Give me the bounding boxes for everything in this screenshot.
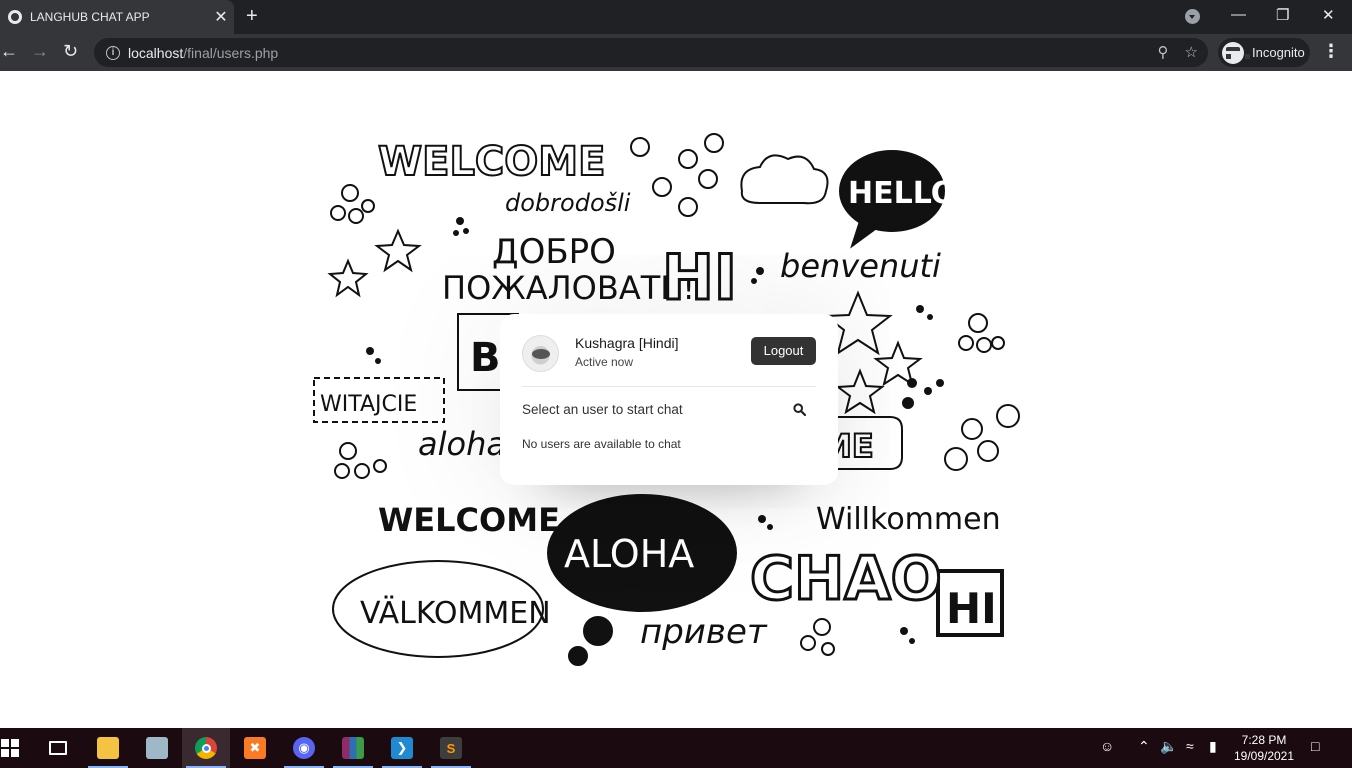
logout-button[interactable]: Logout: [751, 337, 816, 365]
users-list-empty-message: No users are available to chat: [522, 437, 681, 451]
zoom-icon[interactable]: ⚲: [1158, 43, 1169, 61]
windows-logo-icon: [1, 739, 19, 757]
taskbar-sublime[interactable]: S: [427, 728, 475, 768]
bookmark-star-icon[interactable]: ☆: [1185, 43, 1198, 61]
bg-word-welcome-bottom: WELCOME: [378, 501, 560, 539]
sublime-text-icon: S: [440, 737, 462, 759]
people-icon[interactable]: ☺: [1100, 738, 1114, 754]
bg-word-privet: привет: [640, 612, 768, 652]
site-info-icon[interactable]: i: [106, 45, 120, 60]
window-close-icon[interactable]: ✕: [1322, 6, 1335, 24]
taskbar-winrar[interactable]: [329, 728, 377, 768]
incognito-icon: [1222, 41, 1250, 64]
url-path: /final/users.php: [183, 44, 279, 61]
taskbar-discord[interactable]: ◉: [280, 728, 328, 768]
show-hidden-icons-chevron-icon[interactable]: ⌃: [1138, 738, 1150, 755]
discord-icon: ◉: [293, 737, 315, 759]
clock-time: 7:28 PM: [1241, 733, 1287, 747]
bg-word-hello: HELLO: [848, 176, 956, 211]
taskbar-vscode[interactable]: ❯: [378, 728, 426, 768]
search-bar: Select an user to start chat: [522, 387, 816, 431]
volume-icon[interactable]: 🔈: [1160, 738, 1177, 755]
user-details: Kushagra [Hindi] Active now: [575, 332, 679, 369]
globe-icon: [8, 10, 22, 24]
search-prompt-text: Select an user to start chat: [522, 401, 683, 417]
battery-icon[interactable]: ▮: [1209, 738, 1217, 755]
bg-word-aloha-small: aloha: [418, 425, 506, 463]
taskbar-xampp[interactable]: ✖: [231, 728, 279, 768]
bg-word-hi-box: HI: [946, 584, 997, 633]
incognito-label: Incognito: [1252, 45, 1305, 60]
user-status: Active now: [575, 355, 634, 369]
user-name: Kushagra [Hindi]: [575, 335, 679, 351]
bg-word-pozhalovat: ПОЖАЛОВАТЬ!: [442, 269, 695, 307]
chat-users-panel: Kushagra [Hindi] Active now Logout Selec…: [500, 314, 838, 485]
new-tab-button[interactable]: +: [246, 6, 258, 26]
start-button[interactable]: [0, 728, 34, 768]
back-arrow-icon[interactable]: ←: [0, 41, 18, 61]
xampp-icon: ✖: [244, 737, 266, 759]
tab-search-icon[interactable]: [1185, 9, 1200, 24]
folder-icon: [97, 737, 119, 759]
winrar-icon: [342, 737, 364, 759]
incognito-profile-button[interactable]: Incognito: [1218, 38, 1310, 67]
chrome-icon: [195, 737, 217, 759]
restore-icon[interactable]: ❐: [1276, 6, 1289, 24]
bg-word-aloha-bubble: ALOHA: [564, 532, 694, 576]
wifi-icon[interactable]: ≈: [1186, 738, 1194, 754]
minimize-icon[interactable]: —: [1231, 6, 1246, 23]
page-viewport: WELCOME dobrodošli ДОБРО ПОЖАЛОВАТЬ! HI …: [0, 71, 1352, 728]
bg-word-benvenuti: benvenuti: [780, 247, 941, 285]
bg-word-dobrodosli: dobrodošli: [505, 189, 631, 217]
address-bar[interactable]: i localhost/final/users.php ⚲ ☆: [94, 38, 1208, 67]
browser-toolbar: ← → ↻ i localhost/final/users.php ⚲ ☆ In…: [0, 34, 1352, 71]
avatar: [522, 335, 559, 372]
computer-app-icon: [146, 737, 168, 759]
taskbar-file-explorer[interactable]: [84, 728, 132, 768]
task-view-icon: [49, 741, 67, 755]
bg-word-willkommen: Willkommen: [816, 502, 1001, 537]
browser-tab[interactable]: LANGHUB CHAT APP ✕: [0, 0, 234, 34]
bg-word-valkommen: VÄLKOMMEN: [360, 595, 551, 631]
tab-close-icon[interactable]: ✕: [208, 7, 234, 27]
url-host: localhost: [128, 44, 184, 61]
windows-taskbar: ✖ ◉ ❯ S ☺ ⌃ 🔈 ≈ ▮ 7:28 PM 19/09/2021 □: [0, 728, 1352, 768]
browser-tab-bar: LANGHUB CHAT APP ✕ + — ❐ ✕: [0, 0, 1352, 34]
bg-word-welcome-top: WELCOME: [378, 139, 605, 185]
notifications-icon[interactable]: □: [1311, 738, 1319, 754]
reload-icon[interactable]: ↻: [63, 41, 78, 61]
vscode-icon: ❯: [391, 737, 413, 759]
taskbar-app-2[interactable]: [133, 728, 181, 768]
user-header: Kushagra [Hindi] Active now Logout: [522, 332, 816, 387]
task-view-button[interactable]: [34, 728, 82, 768]
taskbar-clock[interactable]: 7:28 PM 19/09/2021: [1232, 732, 1296, 764]
taskbar-chrome[interactable]: [182, 728, 230, 768]
bg-word-dobro: ДОБРО: [492, 232, 616, 272]
bg-word-chao: CHAO: [750, 544, 942, 614]
bg-word-witajcie: WITAJCIE: [320, 392, 417, 417]
more-menu-icon[interactable]: ⋮: [1322, 41, 1340, 62]
clock-date: 19/09/2021: [1233, 749, 1295, 763]
bg-word-hi-center: HI: [662, 241, 737, 314]
search-icon[interactable]: [793, 403, 806, 416]
forward-arrow-icon[interactable]: →: [31, 41, 49, 61]
tab-title: LANGHUB CHAT APP: [30, 10, 150, 24]
